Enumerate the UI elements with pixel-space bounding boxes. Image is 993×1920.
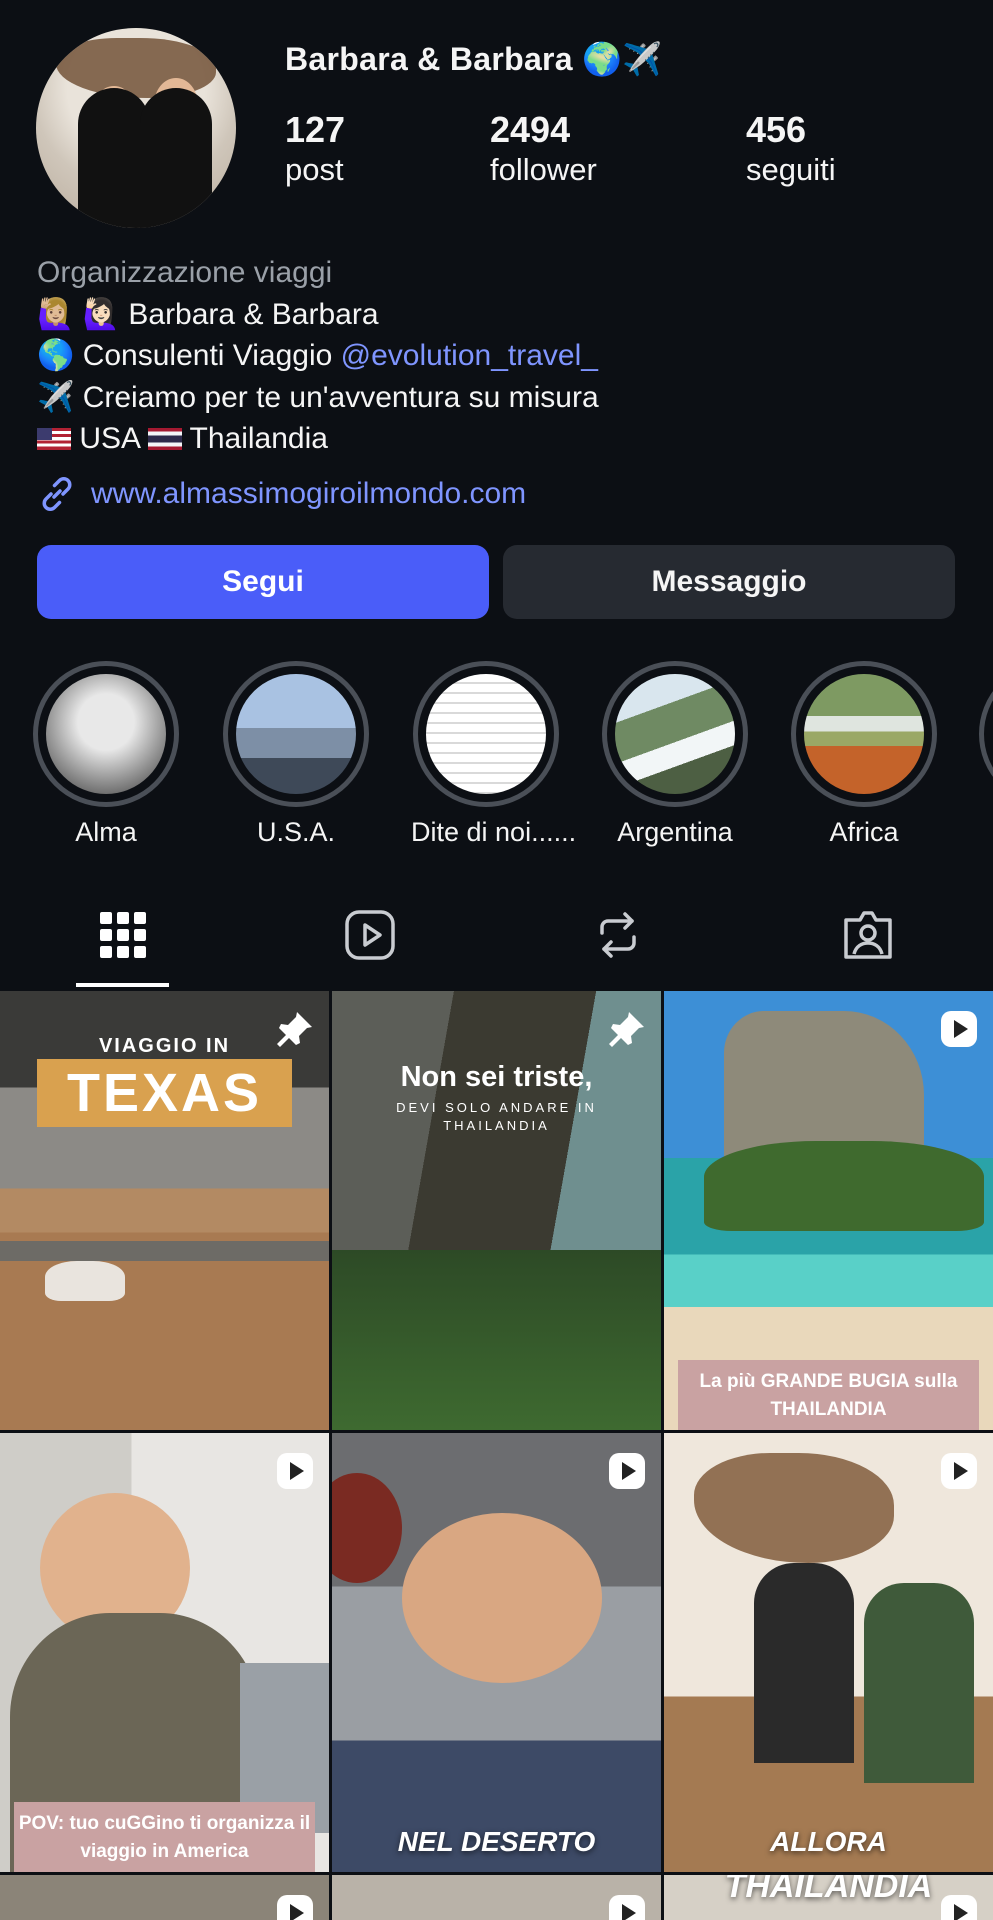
highlight-thumbnail xyxy=(804,674,924,794)
reels-icon xyxy=(345,910,395,960)
highlight-label: Alma xyxy=(75,817,137,847)
highlight-label: Dite di noi...... xyxy=(411,817,577,847)
message-button[interactable]: Messaggio xyxy=(503,545,955,619)
reel-icon xyxy=(609,1453,645,1489)
bio-line-adventure: ✈️ Creiamo per te un'avventura su misura xyxy=(37,380,599,414)
reel-icon xyxy=(941,1895,977,1920)
follow-button[interactable]: Segui xyxy=(37,545,489,619)
reel-icon xyxy=(609,1895,645,1920)
tab-reels[interactable] xyxy=(340,905,400,965)
tab-grid[interactable] xyxy=(93,905,153,965)
following-label: seguiti xyxy=(746,152,836,187)
post-banner: TEXAS xyxy=(37,1059,292,1127)
following-stat[interactable]: 456 seguiti xyxy=(746,110,836,190)
bio-mention-link[interactable]: @evolution_travel_ xyxy=(341,339,598,372)
reposts-icon xyxy=(600,912,636,958)
post-tile-3[interactable]: La più GRANDE BUGIA sulla THAILANDIA xyxy=(664,991,993,1430)
highlight-reviews[interactable]: Dite di noi...... xyxy=(411,661,577,848)
profile-link-url: www.almassimogiroilmondo.com xyxy=(91,477,527,510)
bio-category: Organizzazione viaggi xyxy=(37,256,333,289)
posts-stat[interactable]: 127 post xyxy=(285,110,345,190)
reel-icon xyxy=(277,1453,313,1489)
post-tile-2[interactable]: Non sei triste, DEVI SOLO ANDARE IN THAI… xyxy=(332,991,661,1430)
profile-avatar[interactable] xyxy=(36,28,236,228)
highlight-alma[interactable]: Alma xyxy=(31,661,181,848)
reel-icon xyxy=(941,1011,977,1047)
highlight-usa[interactable]: U.S.A. xyxy=(221,661,371,848)
profile-link[interactable]: www.almassimogiroilmondo.com xyxy=(37,474,526,514)
post-caption: POV: tuo cuGGino ti organizza il viaggio… xyxy=(14,1802,315,1872)
link-icon xyxy=(42,477,72,511)
highlight-africa[interactable]: Africa xyxy=(789,661,939,848)
pin-icon xyxy=(277,1012,312,1047)
thailand-flag-icon xyxy=(147,428,182,450)
bio-destination-usa: USA xyxy=(79,422,140,455)
grid-icon xyxy=(100,912,146,958)
highlight-argentina[interactable]: Argentina xyxy=(600,661,750,848)
highlight-thumbnail xyxy=(46,674,166,794)
highlight-thumbnail xyxy=(615,674,735,794)
active-tab-indicator xyxy=(76,983,169,987)
posts-count: 127 xyxy=(285,109,346,150)
highlight-thumbnail xyxy=(426,674,546,794)
tab-reposts[interactable] xyxy=(588,905,648,965)
bio-line-consultants: 🌎 Consulenti Viaggio @evolution_travel_ xyxy=(37,335,937,377)
post-tile-5[interactable]: NEL DESERTO xyxy=(332,1433,661,1872)
bio-destination-thailand: Thailandia xyxy=(189,422,328,455)
bio-line-consultants-text: 🌎 Consulenti Viaggio xyxy=(37,339,341,372)
pin-icon xyxy=(609,1012,644,1047)
bio-line-destinations: USA Thailandia xyxy=(37,418,937,460)
followers-stat[interactable]: 2494 follower xyxy=(490,110,597,190)
post-tile-7[interactable] xyxy=(0,1875,329,1920)
post-caption: NEL DESERTO xyxy=(397,1826,596,1857)
highlight-label: Argentina xyxy=(617,817,733,847)
post-tile-6[interactable]: ALLORA xyxy=(664,1433,993,1872)
tagged-icon xyxy=(844,911,892,959)
tab-tagged[interactable] xyxy=(838,905,898,965)
post-caption: ALLORA xyxy=(770,1826,887,1857)
post-subtitle: DEVI SOLO ANDARE IN THAILANDIA xyxy=(396,1100,597,1133)
post-title: Non sei triste, xyxy=(400,1061,593,1093)
highlight-thumbnail xyxy=(236,674,356,794)
posts-label: post xyxy=(285,152,344,187)
post-tile-4[interactable]: POV: tuo cuGGino ti organizza il viaggio… xyxy=(0,1433,329,1872)
reel-icon xyxy=(277,1895,313,1920)
highlight-label: Africa xyxy=(829,817,899,847)
post-tile-8[interactable] xyxy=(332,1875,661,1920)
reel-icon xyxy=(941,1453,977,1489)
highlight-label: U.S.A. xyxy=(256,817,336,847)
us-flag-icon xyxy=(37,428,71,450)
post-caption: La più GRANDE BUGIA sulla THAILANDIA xyxy=(678,1360,979,1430)
bio-line-names: 🙋🏼‍♀️ 🙋🏻‍♀️ Barbara & Barbara xyxy=(37,297,379,331)
post-tile-1[interactable]: VIAGGIO IN TEXAS xyxy=(0,991,329,1430)
highlight-partial[interactable] xyxy=(979,661,993,807)
profile-bio: Organizzazione viaggi 🙋🏼‍♀️ 🙋🏻‍♀️ Barbar… xyxy=(37,252,937,460)
followers-count: 2494 xyxy=(490,109,571,150)
post-tile-9[interactable]: THAILANDIA xyxy=(664,1875,993,1920)
following-count: 456 xyxy=(746,109,807,150)
profile-name: Barbara & Barbara 🌍✈️ xyxy=(285,41,663,77)
followers-label: follower xyxy=(490,152,597,187)
